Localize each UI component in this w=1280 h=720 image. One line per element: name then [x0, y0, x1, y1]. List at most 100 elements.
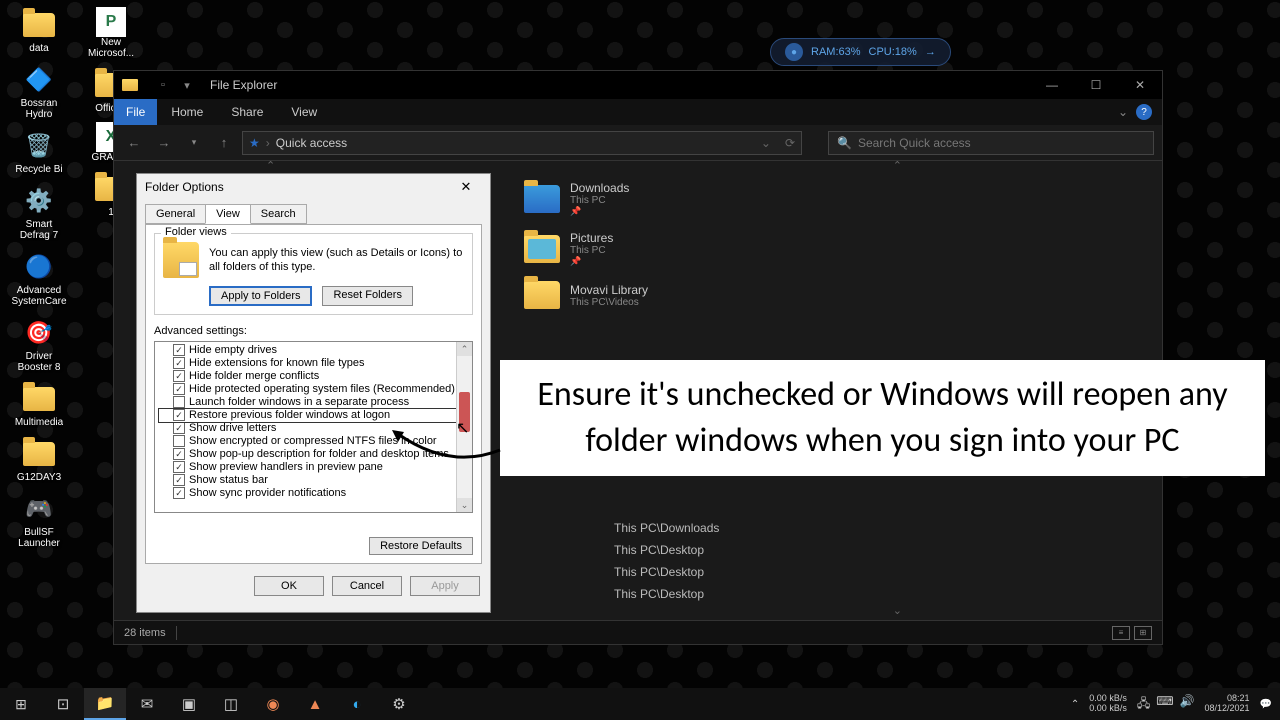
desktop-icon-g12day3[interactable]: G12DAY3	[8, 434, 70, 485]
minimize-button[interactable]: —	[1030, 71, 1074, 99]
content-scroll-down[interactable]: ⌄	[893, 604, 902, 617]
path-item[interactable]: This PC\Desktop	[614, 587, 719, 601]
nav-forward-button[interactable]: →	[152, 131, 176, 155]
explorer-title: File Explorer	[210, 78, 277, 92]
tray-network-icon[interactable]: 🖧	[1137, 694, 1150, 715]
maximize-button[interactable]: ☐	[1074, 71, 1118, 99]
nav-recent-dropdown[interactable]: ▾	[182, 131, 206, 155]
addr-dropdown-icon[interactable]: ⌄	[761, 136, 771, 150]
path-item[interactable]: This PC\Desktop	[614, 543, 719, 557]
checkbox[interactable]: ✓	[173, 448, 185, 460]
ribbon-tab-view[interactable]: View	[277, 101, 331, 123]
apply-button[interactable]: Apply	[410, 576, 480, 596]
desktop-icon-data[interactable]: data	[8, 5, 70, 56]
tb-vlc[interactable]: ▲	[294, 688, 336, 720]
desktop-icon-driverbooster[interactable]: 🎯Driver Booster 8	[8, 313, 70, 375]
tb-app1[interactable]: ▣	[168, 688, 210, 720]
checkbox[interactable]: ✓	[173, 357, 185, 369]
desktop-icon-bossran[interactable]: 🔷Bossran Hydro	[8, 60, 70, 122]
apply-to-folders-button[interactable]: Apply to Folders	[209, 286, 312, 306]
checkbox[interactable]: ✓	[173, 487, 185, 499]
address-field[interactable]: ★ › Quick access ⌄ ⟳	[242, 131, 802, 155]
cancel-button[interactable]: Cancel	[332, 576, 402, 596]
checkbox[interactable]: ✓	[173, 461, 185, 473]
adv-setting-item[interactable]: ✓Hide extensions for known file types	[159, 357, 468, 370]
dialog-buttons: OK Cancel Apply	[137, 572, 490, 604]
performance-widget[interactable]: ● RAM:63% CPU:18% →	[770, 38, 951, 66]
checkbox[interactable]: ✓	[173, 422, 185, 434]
folder-options-dialog: Folder Options ✕ General View Search Fol…	[136, 173, 491, 613]
adv-setting-item[interactable]: ✓Show sync provider notifications	[159, 487, 468, 500]
icons-view-button[interactable]: ⊞	[1134, 626, 1152, 640]
adv-setting-item[interactable]: ✓Restore previous folder windows at logo…	[159, 409, 468, 422]
dialog-close-button[interactable]: ✕	[450, 177, 482, 197]
checkbox[interactable]: ✓	[173, 344, 185, 356]
tray-input-icon[interactable]: ⌨	[1156, 694, 1173, 715]
desktop-icon-smartdefrag[interactable]: ⚙️Smart Defrag 7	[8, 181, 70, 243]
checkbox[interactable]	[173, 396, 185, 408]
recent-paths-list: This PC\Downloads This PC\Desktop This P…	[614, 521, 719, 601]
mouse-cursor-icon: ↖	[456, 418, 469, 438]
scroll-up-button[interactable]: ⌃	[457, 342, 472, 356]
refresh-icon[interactable]: ⟳	[785, 136, 795, 150]
ribbon-file-tab[interactable]: File	[114, 99, 157, 125]
adv-setting-item[interactable]: ✓Hide folder merge conflicts	[159, 370, 468, 383]
qa-dropdown-icon[interactable]: ▾	[178, 76, 196, 94]
checkbox[interactable]: ✓	[173, 409, 185, 421]
desktop-icon-publisher[interactable]: PNew Microsof...	[80, 5, 142, 61]
content-scroll-up[interactable]: ⌃	[893, 159, 902, 172]
nav-up-button[interactable]: ↑	[212, 131, 236, 155]
taskview-button[interactable]: ⊡	[42, 688, 84, 720]
checkbox[interactable]	[173, 435, 185, 447]
tb-settings[interactable]: ⚙	[378, 688, 420, 720]
checkbox[interactable]: ✓	[173, 474, 185, 486]
desktop-icon-recycle[interactable]: 🗑️Recycle Bi	[8, 126, 70, 177]
tab-search[interactable]: Search	[250, 204, 307, 224]
qa-item-movavi[interactable]: Movavi LibraryThis PC\Videos	[524, 281, 648, 309]
checkbox[interactable]: ✓	[173, 383, 185, 395]
desktop-icon-systemcare[interactable]: 🔵Advanced SystemCare	[8, 247, 70, 309]
adv-setting-item[interactable]: ✓ Hide empty drives	[159, 344, 468, 357]
taskbar: ⊞ ⊡ 📁 ✉ ▣ ◫ ◉ ▲ ◐ ⚙ ⌃ 0.00 kB/s0.00 kB/s…	[0, 688, 1280, 720]
start-button[interactable]: ⊞	[0, 688, 42, 720]
tb-edge[interactable]: ◐	[336, 688, 378, 720]
qa-tool-icon[interactable]: ▫	[154, 76, 172, 94]
adv-setting-item[interactable]: Launch folder windows in a separate proc…	[159, 396, 468, 409]
scroll-down-button[interactable]: ⌄	[457, 498, 472, 512]
details-view-button[interactable]: ≡	[1112, 626, 1130, 640]
explorer-titlebar[interactable]: ▫ ▾ File Explorer — ☐ ✕	[114, 71, 1162, 99]
reset-folders-button[interactable]: Reset Folders	[322, 286, 412, 306]
nav-scroll-up[interactable]: ⌃	[266, 159, 275, 172]
close-button[interactable]: ✕	[1118, 71, 1162, 99]
setting-label: Hide empty drives	[189, 344, 277, 356]
tray-volume-icon[interactable]: 🔊	[1180, 694, 1195, 715]
ok-button[interactable]: OK	[254, 576, 324, 596]
tb-explorer[interactable]: 📁	[84, 688, 126, 720]
qa-item-downloads[interactable]: DownloadsThis PC📌	[524, 181, 648, 217]
path-item[interactable]: This PC\Desktop	[614, 565, 719, 579]
help-icon[interactable]: ?	[1136, 104, 1152, 120]
tray-expand-icon[interactable]: ⌃	[1071, 699, 1079, 710]
qa-item-pictures[interactable]: PicturesThis PC📌	[524, 231, 648, 267]
desktop-icon-bullsf[interactable]: 🎮BullSF Launcher	[8, 489, 70, 551]
tab-general[interactable]: General	[145, 204, 206, 224]
ribbon-collapse-icon[interactable]: ⌄	[1118, 105, 1128, 119]
nav-back-button[interactable]: ←	[122, 131, 146, 155]
folder-views-group: Folder views You can apply this view (su…	[154, 233, 473, 315]
tb-app2[interactable]: ◫	[210, 688, 252, 720]
path-item[interactable]: This PC\Downloads	[614, 521, 719, 535]
notification-icon[interactable]: 💬	[1260, 699, 1272, 710]
tab-view[interactable]: View	[205, 204, 251, 224]
desktop-icon-multimedia[interactable]: Multimedia	[8, 379, 70, 430]
search-field[interactable]: 🔍 Search Quick access	[828, 131, 1154, 155]
ribbon-tab-share[interactable]: Share	[217, 101, 277, 123]
tutorial-annotation: Ensure it's unchecked or Windows will re…	[500, 360, 1265, 476]
tb-chrome[interactable]: ◉	[252, 688, 294, 720]
adv-setting-item[interactable]: ✓Hide protected operating system files (…	[159, 383, 468, 396]
ribbon-tab-home[interactable]: Home	[157, 101, 217, 123]
clock[interactable]: 08:2108/12/2021	[1205, 694, 1250, 714]
restore-defaults-button[interactable]: Restore Defaults	[369, 537, 473, 555]
tb-mail[interactable]: ✉	[126, 688, 168, 720]
checkbox[interactable]: ✓	[173, 370, 185, 382]
dialog-titlebar[interactable]: Folder Options ✕	[137, 174, 490, 200]
